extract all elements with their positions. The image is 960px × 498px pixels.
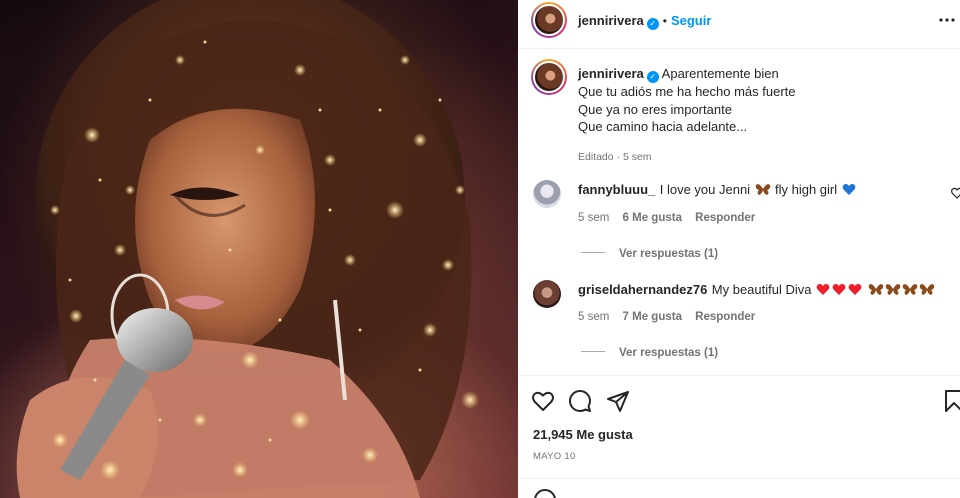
comment-age: 5 sem bbox=[578, 311, 610, 323]
caption-line: Que tu adiós me ha hecho más fuerte bbox=[578, 84, 796, 99]
comment-icon[interactable] bbox=[568, 389, 592, 413]
post-date: MAYO 10 bbox=[533, 451, 576, 462]
comment-text: fly high girl bbox=[774, 182, 838, 197]
comment-likes[interactable]: 6 Me gusta bbox=[623, 212, 682, 224]
more-horizontal-icon[interactable] bbox=[938, 10, 956, 28]
reply-button[interactable]: Responder bbox=[695, 311, 755, 323]
like-comment-heart-icon[interactable] bbox=[951, 187, 960, 199]
comment-age: 5 sem bbox=[578, 212, 610, 224]
comment: griseldahernandez76 My beautiful Diva bbox=[578, 281, 948, 301]
separator-dot: • bbox=[662, 14, 667, 28]
caption-avatar[interactable] bbox=[531, 59, 567, 95]
caption-username[interactable]: jennirivera bbox=[578, 66, 644, 81]
caption-line: Que ya no eres importante bbox=[578, 101, 732, 117]
post-image[interactable] bbox=[0, 0, 518, 498]
view-replies[interactable]: Ver respuestas (1) bbox=[581, 244, 718, 262]
view-replies-link[interactable]: Ver respuestas (1) bbox=[619, 347, 718, 359]
comment-box-divider bbox=[518, 478, 960, 479]
red-heart-emoji-icon bbox=[816, 283, 864, 301]
comment-likes[interactable]: 7 Me gusta bbox=[623, 311, 682, 323]
comment: fannybluuu_ I love you Jenni fly high gi… bbox=[578, 181, 948, 201]
reply-button[interactable]: Responder bbox=[695, 212, 755, 224]
commenter-avatar[interactable] bbox=[533, 280, 561, 308]
likes-count[interactable]: 21,945 Me gusta bbox=[533, 427, 633, 442]
caption: jennirivera ✓ Aparentemente bien Que tu a… bbox=[578, 65, 938, 163]
commenter-avatar[interactable] bbox=[533, 180, 561, 208]
post-sidebar: jennirivera ✓ • Seguir jennirivera ✓ Aparent… bbox=[518, 0, 960, 498]
caption-edited: Editado · 5 sem bbox=[578, 150, 652, 163]
view-replies-link[interactable]: Ver respuestas (1) bbox=[619, 248, 718, 260]
comment-text: My beautiful Diva bbox=[711, 282, 812, 297]
butterfly-emoji-icon bbox=[755, 183, 771, 201]
butterfly-emoji-icon bbox=[868, 283, 936, 301]
comment-meta: 5 sem 6 Me gusta Responder bbox=[578, 212, 755, 224]
author-username[interactable]: jennirivera bbox=[578, 13, 644, 28]
comment-meta: 5 sem 7 Me gusta Responder bbox=[578, 311, 755, 323]
share-icon[interactable] bbox=[606, 389, 630, 413]
post-header: jennirivera ✓ • Seguir bbox=[578, 12, 711, 30]
bookmark-icon[interactable] bbox=[942, 389, 960, 413]
verified-badge-icon: ✓ bbox=[646, 71, 659, 83]
author-avatar[interactable] bbox=[531, 2, 567, 38]
follow-button[interactable]: Seguir bbox=[671, 13, 711, 28]
caption-line: Que camino hacia adelante... bbox=[578, 119, 748, 134]
caption-line: Aparentemente bien bbox=[661, 66, 779, 81]
heart-icon[interactable] bbox=[531, 389, 555, 413]
post-photo-illustration bbox=[16, 0, 479, 498]
view-replies[interactable]: Ver respuestas (1) bbox=[581, 343, 718, 361]
verified-badge-icon: ✓ bbox=[646, 18, 659, 30]
comment-username[interactable]: fannybluuu_ bbox=[578, 182, 655, 197]
reply-line-divider bbox=[581, 252, 605, 254]
comment-username[interactable]: griseldahernandez76 bbox=[578, 282, 707, 297]
header-divider bbox=[518, 48, 960, 49]
reply-line-divider bbox=[581, 351, 605, 353]
actions-divider bbox=[518, 375, 960, 376]
emoji-picker-icon[interactable] bbox=[533, 488, 557, 498]
comment-text: I love you Jenni bbox=[659, 182, 751, 197]
blue-heart-icon bbox=[842, 183, 856, 201]
